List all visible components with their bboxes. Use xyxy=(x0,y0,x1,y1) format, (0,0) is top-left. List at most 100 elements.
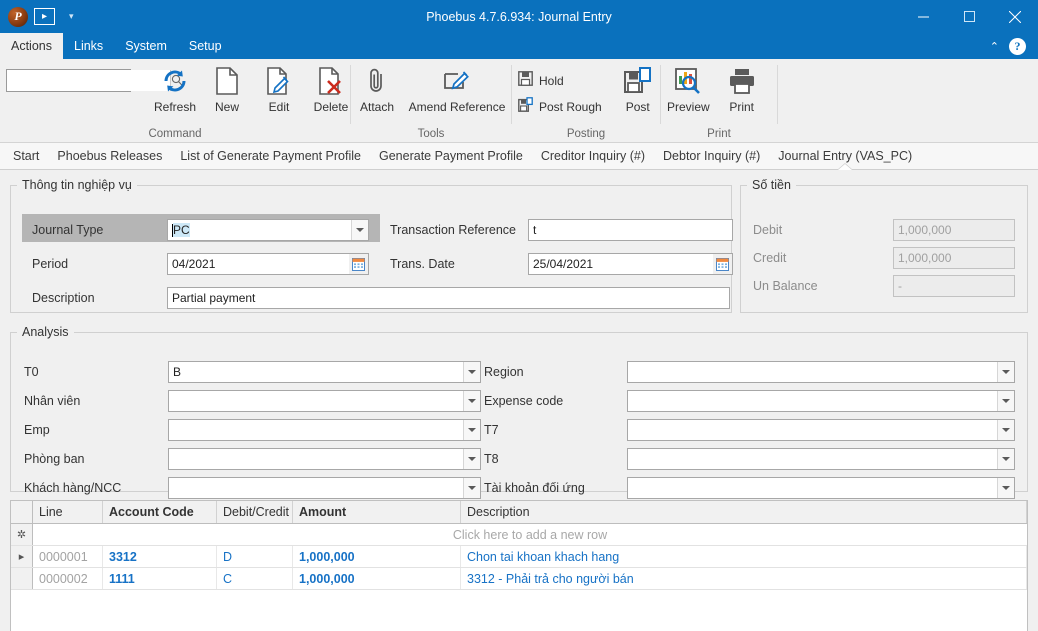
analysis-group: Analysis T0 B Nhân viên Emp Phòng ban Kh… xyxy=(10,325,1028,499)
credit-value: 1,000,000 xyxy=(893,247,1015,269)
expense-code-value[interactable] xyxy=(628,391,997,411)
journal-type-value[interactable]: PC xyxy=(168,220,351,240)
tab-phoebus-releases[interactable]: Phoebus Releases xyxy=(48,143,171,169)
cell-description[interactable]: Chon tai khoan khach hang xyxy=(461,546,1027,567)
chevron-down-icon[interactable] xyxy=(463,478,480,498)
search-box[interactable] xyxy=(6,69,183,92)
edit-button[interactable]: Edit xyxy=(253,65,305,114)
t8-value[interactable] xyxy=(628,449,997,469)
region-combo[interactable] xyxy=(627,361,1015,383)
t0-value[interactable]: B xyxy=(169,362,463,382)
chevron-down-icon[interactable] xyxy=(463,391,480,411)
menu-item-actions[interactable]: Actions xyxy=(0,33,63,59)
chevron-down-icon[interactable] xyxy=(463,420,480,440)
expense-code-combo[interactable] xyxy=(627,390,1015,412)
calendar-icon[interactable] xyxy=(349,253,369,275)
new-row-marker-icon: ✲ xyxy=(11,524,33,545)
tai-khoan-doi-ung-combo[interactable] xyxy=(627,477,1015,499)
emp-combo[interactable] xyxy=(168,419,481,441)
analysis-legend: Analysis xyxy=(22,325,69,339)
quick-access-dropdown-icon[interactable]: ▾ xyxy=(69,11,74,22)
calendar-icon[interactable] xyxy=(713,253,733,275)
amend-reference-button[interactable]: Amend Reference xyxy=(403,65,511,114)
maximize-button[interactable] xyxy=(946,0,992,33)
chevron-down-icon[interactable] xyxy=(463,449,480,469)
table-row[interactable]: 0000002 1111 C 1,000,000 3312 - Phải trả… xyxy=(11,568,1027,590)
delete-label: Delete xyxy=(313,100,349,114)
hold-button[interactable]: Hold xyxy=(512,69,608,93)
cell-amount[interactable]: 1,000,000 xyxy=(293,546,461,567)
chevron-down-icon[interactable] xyxy=(997,391,1014,411)
chevron-down-icon[interactable] xyxy=(997,362,1014,382)
menu-item-setup[interactable]: Setup xyxy=(178,33,233,59)
t8-combo[interactable] xyxy=(627,448,1015,470)
tab-generate-payment-profile[interactable]: Generate Payment Profile xyxy=(370,143,532,169)
tab-list-of-generate-payment-profile[interactable]: List of Generate Payment Profile xyxy=(171,143,370,169)
trans-date-input[interactable]: 25/04/2021 xyxy=(528,253,713,275)
column-header-description[interactable]: Description xyxy=(461,501,1027,523)
post-rough-button[interactable]: Post Rough xyxy=(512,95,608,119)
phong-ban-value[interactable] xyxy=(169,449,463,469)
close-button[interactable] xyxy=(992,0,1038,33)
nhan-vien-value[interactable] xyxy=(169,391,463,411)
post-button[interactable]: Post xyxy=(612,65,664,114)
transaction-reference-input[interactable]: t xyxy=(528,219,733,241)
cell-debit-credit[interactable]: C xyxy=(217,568,293,589)
analysis-row-emp: Emp xyxy=(24,419,481,441)
ribbon-group-command-title: Command xyxy=(148,128,202,140)
cell-line[interactable]: 0000001 xyxy=(33,546,103,567)
collapse-ribbon-icon[interactable]: ⌃ xyxy=(990,40,999,53)
chevron-down-icon[interactable] xyxy=(463,362,480,382)
phong-ban-combo[interactable] xyxy=(168,448,481,470)
delete-button[interactable]: Delete xyxy=(305,65,357,114)
table-row[interactable]: ▸ 0000001 3312 D 1,000,000 Chon tai khoa… xyxy=(11,546,1027,568)
hold-save-icon xyxy=(518,71,533,91)
cell-amount[interactable]: 1,000,000 xyxy=(293,568,461,589)
khach-hang-combo[interactable] xyxy=(168,477,481,499)
nhan-vien-combo[interactable] xyxy=(168,390,481,412)
attach-button[interactable]: Attach xyxy=(351,65,403,114)
cell-debit-credit[interactable]: D xyxy=(217,546,293,567)
column-header-line[interactable]: Line xyxy=(33,501,103,523)
emp-value[interactable] xyxy=(169,420,463,440)
add-new-row-hint[interactable]: Click here to add a new row xyxy=(33,524,1027,545)
khach-hang-value[interactable] xyxy=(169,478,463,498)
chevron-down-icon[interactable] xyxy=(997,449,1014,469)
new-button[interactable]: New xyxy=(201,65,253,114)
region-value[interactable] xyxy=(628,362,997,382)
tab-creditor-inquiry[interactable]: Creditor Inquiry (#) xyxy=(532,143,654,169)
journal-type-combo[interactable]: PC xyxy=(167,219,369,241)
column-header-debit-credit[interactable]: Debit/Credit xyxy=(217,501,293,523)
journal-lines-grid[interactable]: Line Account Code Debit/Credit Amount De… xyxy=(10,500,1028,631)
chevron-down-icon[interactable] xyxy=(997,478,1014,498)
minimize-button[interactable] xyxy=(900,0,946,33)
menu-item-links[interactable]: Links xyxy=(63,33,114,59)
description-input[interactable]: Partial payment xyxy=(167,287,730,309)
trans-date-field[interactable]: 25/04/2021 xyxy=(528,253,733,275)
tab-start[interactable]: Start xyxy=(4,143,48,169)
tab-journal-entry[interactable]: Journal Entry (VAS_PC) xyxy=(769,143,921,169)
grid-new-row[interactable]: ✲ Click here to add a new row xyxy=(11,524,1027,546)
cell-account-code[interactable]: 3312 xyxy=(103,546,217,567)
quick-access-run-button[interactable]: ▸ xyxy=(34,8,55,25)
print-button[interactable]: Print xyxy=(716,65,768,114)
search-input[interactable] xyxy=(7,70,170,91)
cell-description[interactable]: 3312 - Phải trả cho người bán xyxy=(461,568,1027,589)
chevron-down-icon[interactable] xyxy=(997,420,1014,440)
period-input[interactable]: 04/2021 xyxy=(167,253,349,275)
preview-button[interactable]: Preview xyxy=(661,65,716,114)
t7-combo[interactable] xyxy=(627,419,1015,441)
column-header-account-code[interactable]: Account Code xyxy=(103,501,217,523)
chevron-down-icon[interactable] xyxy=(351,220,368,240)
tai-khoan-doi-ung-value[interactable] xyxy=(628,478,997,498)
menu-item-system[interactable]: System xyxy=(114,33,178,59)
t7-value[interactable] xyxy=(628,420,997,440)
refresh-button[interactable]: Refresh xyxy=(149,65,201,114)
tab-debtor-inquiry[interactable]: Debtor Inquiry (#) xyxy=(654,143,769,169)
cell-account-code[interactable]: 1111 xyxy=(103,568,217,589)
period-field[interactable]: 04/2021 xyxy=(167,253,369,275)
help-icon[interactable]: ? xyxy=(1009,37,1026,55)
t0-combo[interactable]: B xyxy=(168,361,481,383)
cell-line[interactable]: 0000002 xyxy=(33,568,103,589)
column-header-amount[interactable]: Amount xyxy=(293,501,461,523)
